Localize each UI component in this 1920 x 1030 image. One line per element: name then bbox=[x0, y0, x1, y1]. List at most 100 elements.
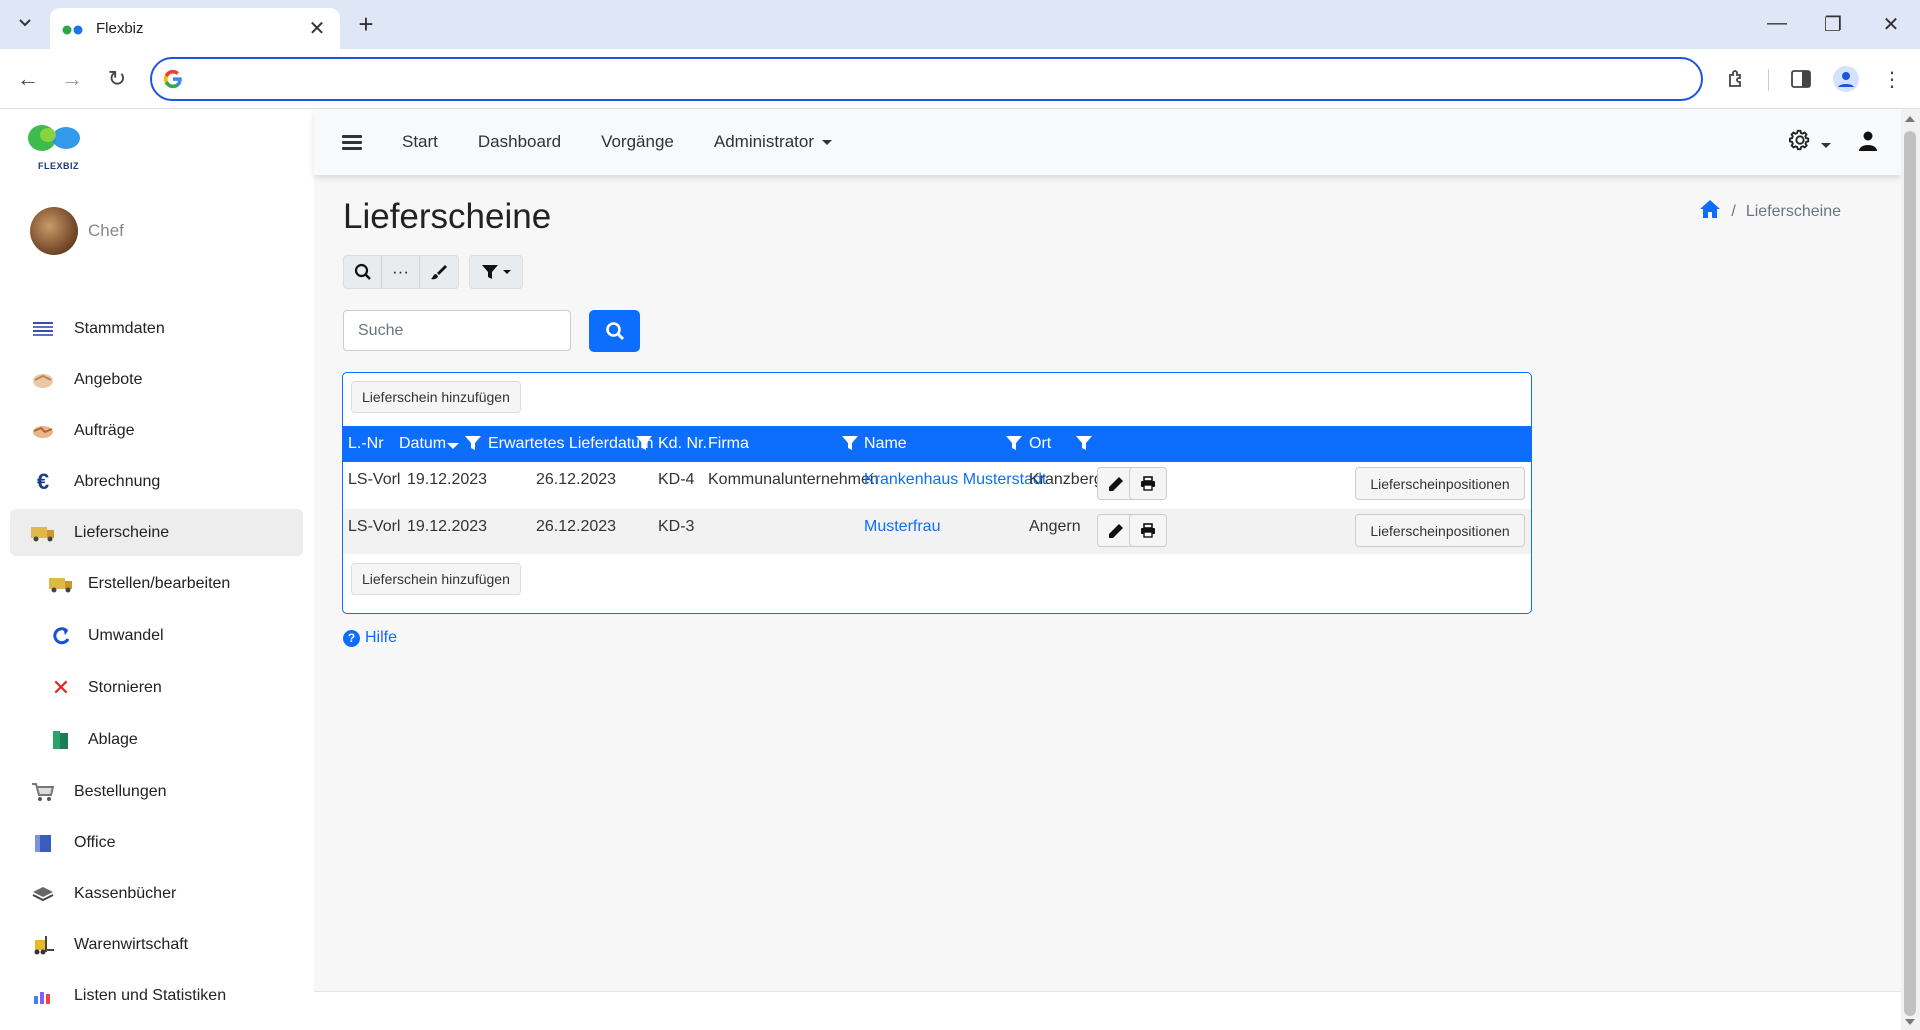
col-datum[interactable]: Datum bbox=[399, 435, 446, 453]
cell-name-link[interactable]: Musterfrau bbox=[864, 518, 940, 536]
address-bar[interactable] bbox=[150, 57, 1703, 101]
scrollbar-thumb[interactable] bbox=[1904, 131, 1916, 1016]
minimize-icon[interactable]: — bbox=[1762, 12, 1792, 35]
sidebar-item-auftraege[interactable]: Aufträge bbox=[10, 407, 303, 454]
col-erwartet[interactable]: Erwartetes Lieferdatum bbox=[488, 435, 653, 453]
extensions-icon[interactable] bbox=[1720, 63, 1752, 95]
more-options-button[interactable]: ··· bbox=[382, 256, 420, 288]
hamburger-menu-icon[interactable] bbox=[342, 132, 362, 153]
sidebar-item-warenwirtschaft[interactable]: Warenwirtschaft bbox=[10, 921, 303, 968]
scroll-down-arrow-icon[interactable] bbox=[1905, 1019, 1915, 1025]
ellipsis-icon: ··· bbox=[392, 262, 409, 281]
tab-search-button[interactable] bbox=[12, 10, 38, 36]
sidebar-item-label: Warenwirtschaft bbox=[74, 935, 189, 953]
sidebar-item-label: Listen und Statistiken bbox=[74, 986, 227, 1004]
filter-icon[interactable] bbox=[636, 436, 652, 451]
restore-icon[interactable]: ❐ bbox=[1818, 12, 1848, 37]
toolbar-group-2 bbox=[469, 255, 523, 289]
sidebar-item-kassenbuecher[interactable]: Kassenbücher bbox=[10, 870, 303, 917]
home-icon[interactable] bbox=[1699, 199, 1721, 224]
search-input[interactable]: Suche bbox=[343, 310, 571, 351]
search-placeholder: Suche bbox=[358, 321, 404, 339]
back-icon[interactable]: ← bbox=[12, 63, 44, 95]
browser-menu-icon[interactable]: ⋮ bbox=[1876, 63, 1908, 95]
page-title: Lieferscheine bbox=[343, 197, 552, 236]
forward-icon[interactable]: → bbox=[56, 63, 88, 95]
brush-icon bbox=[431, 265, 447, 280]
scroll-up-arrow-icon[interactable] bbox=[1905, 116, 1915, 122]
handshake-icon bbox=[30, 420, 56, 442]
filter-icon[interactable] bbox=[465, 436, 481, 451]
col-lnr[interactable]: L.-Nr bbox=[348, 435, 384, 453]
col-ort[interactable]: Ort bbox=[1029, 435, 1051, 453]
profile-icon[interactable] bbox=[1830, 63, 1862, 95]
cell-name-link[interactable]: Krankenhaus Musterstadt bbox=[864, 471, 1046, 489]
sidebar-item-erstellen-bearbeiten[interactable]: Erstellen/bearbeiten bbox=[10, 560, 303, 608]
add-button-label: Lieferschein hinzufügen bbox=[362, 571, 510, 587]
col-kdnr[interactable]: Kd. Nr. bbox=[658, 435, 707, 453]
nav-vorgaenge[interactable]: Vorgänge bbox=[601, 132, 674, 152]
printer-icon bbox=[1141, 476, 1155, 491]
cell-lnr: LS-Vorl bbox=[348, 471, 401, 488]
settings-dropdown[interactable] bbox=[1788, 129, 1831, 157]
toolbar-group-1: ··· bbox=[343, 255, 459, 289]
user-profile[interactable]: Chef bbox=[30, 207, 124, 255]
side-panel-icon[interactable] bbox=[1785, 63, 1817, 95]
question-circle-icon: ? bbox=[343, 629, 360, 647]
filter-icon[interactable] bbox=[1006, 436, 1022, 451]
page-scrollbar[interactable] bbox=[1901, 109, 1920, 1030]
flexbiz-logo[interactable]: FLEXBIZ bbox=[26, 123, 86, 171]
sidebar-item-ablage[interactable]: Ablage bbox=[10, 716, 303, 764]
nav-start[interactable]: Start bbox=[402, 132, 438, 152]
add-button-label: Lieferschein hinzufügen bbox=[362, 389, 510, 405]
sidebar-item-angebote[interactable]: Angebote bbox=[10, 356, 303, 403]
sidebar-item-listen-statistiken[interactable]: Listen und Statistiken bbox=[10, 972, 303, 1019]
sidebar-item-label: Angebote bbox=[74, 370, 143, 388]
table-row[interactable]: LS-Vorl 19.12.2023 26.12.2023 KD-4 Kommu… bbox=[343, 462, 1531, 507]
positions-button[interactable]: Lieferscheinpositionen bbox=[1355, 514, 1525, 547]
table-row[interactable]: LS-Vorl 19.12.2023 26.12.2023 KD-3 Muste… bbox=[343, 509, 1531, 554]
search-toggle-button[interactable] bbox=[344, 256, 382, 288]
user-account-icon[interactable] bbox=[1859, 131, 1877, 156]
positions-button-label: Lieferscheinpositionen bbox=[1370, 522, 1510, 539]
sidebar-item-stammdaten[interactable]: Stammdaten bbox=[10, 305, 303, 352]
print-button[interactable] bbox=[1129, 514, 1167, 547]
sidebar-item-bestellungen[interactable]: Bestellungen bbox=[10, 768, 303, 815]
col-name[interactable]: Name bbox=[864, 435, 907, 453]
search-icon bbox=[605, 322, 624, 341]
caret-down-icon bbox=[503, 270, 511, 274]
filter-dropdown-button[interactable] bbox=[470, 256, 522, 288]
sort-desc-icon[interactable] bbox=[447, 443, 459, 449]
sidebar-item-umwandel[interactable]: Umwandel bbox=[10, 612, 303, 660]
browser-toolbar: ← → ↻ ⋮ bbox=[0, 49, 1920, 109]
highlight-button[interactable] bbox=[420, 256, 458, 288]
close-tab-icon[interactable]: ✕ bbox=[306, 16, 328, 41]
filter-icon[interactable] bbox=[1076, 436, 1092, 451]
sidebar-item-stornieren[interactable]: ✕ Stornieren bbox=[10, 664, 303, 712]
avatar bbox=[30, 207, 78, 255]
search-icon bbox=[354, 263, 371, 280]
add-delivery-note-button-top[interactable]: Lieferschein hinzufügen bbox=[351, 381, 521, 413]
sidebar-item-lieferscheine[interactable]: Lieferscheine bbox=[10, 509, 303, 556]
filter-icon bbox=[482, 265, 498, 279]
search-button[interactable] bbox=[589, 310, 640, 352]
nav-dashboard[interactable]: Dashboard bbox=[478, 132, 561, 152]
reload-icon[interactable]: ↻ bbox=[101, 63, 133, 95]
forklift-icon bbox=[30, 934, 56, 956]
new-tab-button[interactable]: + bbox=[354, 11, 378, 37]
filter-icon[interactable] bbox=[842, 436, 858, 451]
print-button[interactable] bbox=[1129, 467, 1167, 500]
add-delivery-note-button-bottom[interactable]: Lieferschein hinzufügen bbox=[351, 563, 521, 595]
cell-ort: Angern bbox=[1029, 518, 1081, 535]
browser-tab[interactable]: Flexbiz ✕ bbox=[50, 8, 340, 49]
positions-button[interactable]: Lieferscheinpositionen bbox=[1355, 467, 1525, 500]
sidebar-item-abrechnung[interactable]: € Abrechnung bbox=[10, 458, 303, 505]
col-firma[interactable]: Firma bbox=[708, 435, 749, 453]
close-window-icon[interactable]: ✕ bbox=[1876, 12, 1906, 37]
binder-icon bbox=[48, 729, 74, 751]
truck-icon bbox=[30, 522, 56, 544]
help-link[interactable]: ? Hilfe bbox=[343, 629, 397, 647]
sidebar-item-office[interactable]: Office bbox=[10, 819, 303, 866]
nav-administrator[interactable]: Administrator bbox=[714, 132, 833, 152]
breadcrumb-current: Lieferscheine bbox=[1745, 202, 1841, 220]
